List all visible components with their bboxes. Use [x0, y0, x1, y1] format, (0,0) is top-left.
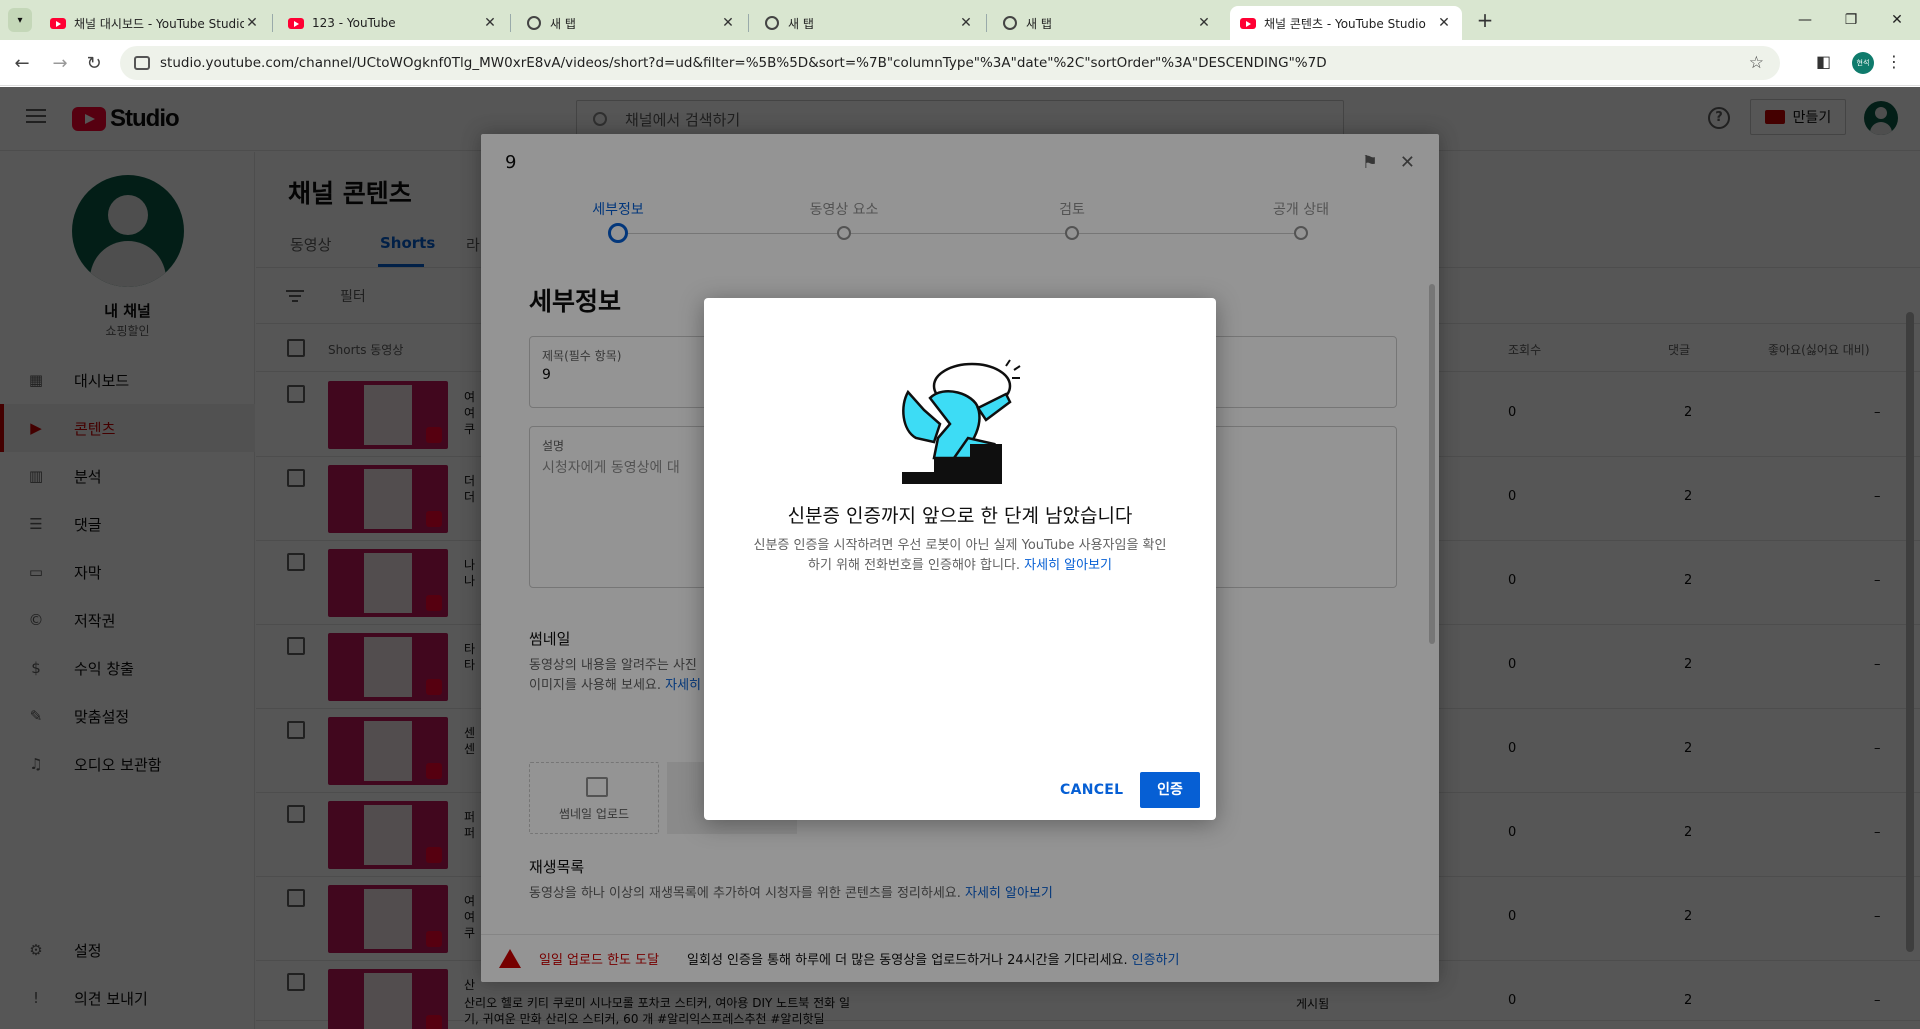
tab-separator	[510, 14, 511, 32]
learn-more-link[interactable]: 자세히 알아보기	[1024, 558, 1112, 573]
close-tab-icon[interactable]: ✕	[958, 15, 974, 31]
studio-app: Studio 채널에서 검색하기 ? 만들기 내 채널 쇼핑할인 ▦ 대시보드 …	[0, 87, 1920, 1029]
tab-title: 채널 콘텐츠 - YouTube Studio	[1264, 16, 1426, 31]
close-tab-icon[interactable]: ✕	[720, 15, 736, 31]
browser-tab[interactable]: 새 탭 ✕	[754, 6, 984, 40]
close-window-icon[interactable]: ✕	[1874, 6, 1920, 34]
cancel-button[interactable]: CANCEL	[1060, 772, 1123, 808]
youtube-icon	[50, 15, 66, 31]
new-tab-icon[interactable]: +	[1472, 8, 1498, 34]
tab-search-dropdown-icon[interactable]: ▾	[8, 8, 32, 32]
close-tab-icon[interactable]: ✕	[482, 15, 498, 31]
chrome-icon	[1002, 15, 1018, 31]
restore-icon[interactable]: ❐	[1828, 6, 1874, 34]
browser-tab[interactable]: 채널 대시보드 - YouTube Studio ✕	[40, 6, 270, 40]
verify-button[interactable]: 인증	[1140, 772, 1200, 808]
browser-tab-active[interactable]: 채널 콘텐츠 - YouTube Studio ✕	[1230, 6, 1462, 40]
verification-dialog: 신분증 인증까지 앞으로 한 단계 남았습니다 신분증 인증을 시작하려면 우선…	[704, 298, 1216, 820]
browser-tab-strip: ▾ 채널 대시보드 - YouTube Studio ✕ 123 - YouTu…	[0, 0, 1920, 40]
side-panel-icon[interactable]: ◧	[1816, 52, 1831, 71]
browser-tab[interactable]: 123 - YouTube ✕	[278, 6, 508, 40]
tab-separator	[986, 14, 987, 32]
verification-illustration	[902, 359, 1021, 484]
close-tab-icon[interactable]: ✕	[1436, 15, 1452, 31]
dialog-title: 신분증 인증까지 앞으로 한 단계 남았습니다	[787, 505, 1133, 527]
bookmark-star-icon[interactable]: ☆	[1749, 53, 1764, 73]
forward-icon[interactable]: →	[48, 52, 72, 76]
minimize-icon[interactable]: —	[1782, 6, 1828, 34]
site-info-icon[interactable]	[134, 56, 150, 70]
youtube-icon	[1240, 15, 1256, 31]
tab-separator	[272, 14, 273, 32]
url-text: studio.youtube.com/channel/UCtoWOgknf0Tl…	[160, 55, 1327, 71]
url-field[interactable]: studio.youtube.com/channel/UCtoWOgknf0Tl…	[120, 46, 1780, 80]
reload-icon[interactable]: ↻	[82, 52, 106, 76]
back-icon[interactable]: ←	[10, 52, 34, 76]
tab-title: 새 탭	[788, 16, 814, 31]
chrome-icon	[526, 15, 542, 31]
tab-separator	[748, 14, 749, 32]
youtube-icon	[288, 15, 304, 31]
menu-dots-icon[interactable]: ⋮	[1886, 52, 1902, 71]
chrome-icon	[764, 15, 780, 31]
dialog-body: 신분증 인증을 시작하려면 우선 로봇이 아닌 실제 YouTube 사용자임을…	[748, 536, 1172, 576]
address-bar: ← → ↻ studio.youtube.com/channel/UCtoWOg…	[0, 40, 1920, 86]
browser-tab[interactable]: 새 탭 ✕	[992, 6, 1222, 40]
tab-title: 123 - YouTube	[312, 16, 396, 30]
close-tab-icon[interactable]: ✕	[244, 15, 260, 31]
close-tab-icon[interactable]: ✕	[1196, 15, 1212, 31]
tab-title: 새 탭	[550, 16, 576, 31]
tab-title: 채널 대시보드 - YouTube Studio	[74, 16, 244, 31]
browser-profile-avatar[interactable]: 현석	[1852, 52, 1874, 74]
browser-tab[interactable]: 새 탭 ✕	[516, 6, 746, 40]
tab-title: 새 탭	[1026, 16, 1052, 31]
